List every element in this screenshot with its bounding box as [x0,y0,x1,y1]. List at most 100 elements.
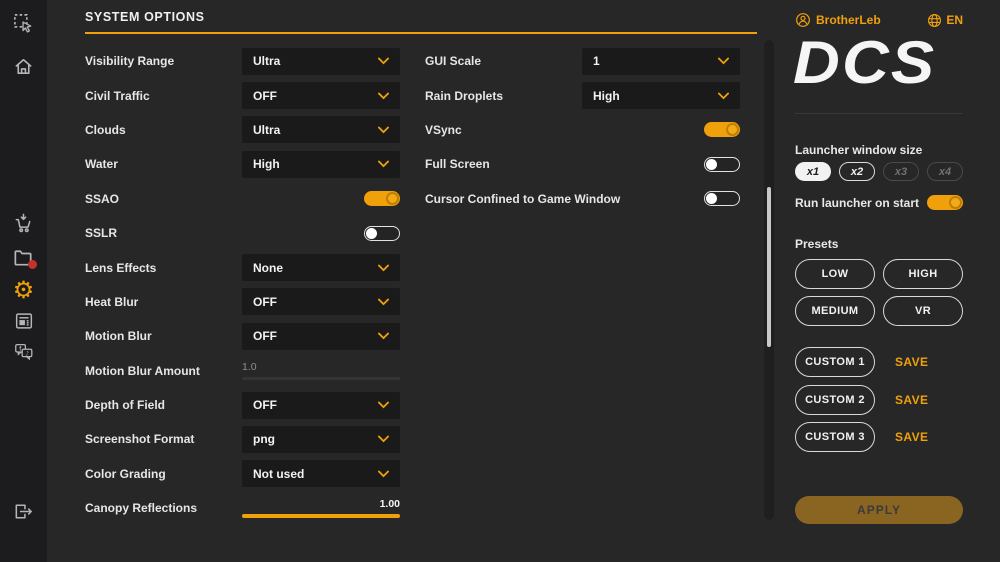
sslr-toggle[interactable] [364,226,400,241]
logout-icon[interactable] [0,498,47,524]
custom-2-button[interactable]: CUSTOM 2 [795,385,875,415]
custom-3-button[interactable]: CUSTOM 3 [795,422,875,452]
custom-preset-rows: CUSTOM 1 SAVE CUSTOM 2 SAVE CUSTOM 3 SAVE [795,347,963,460]
setting-row-civil-traffic: Civil TrafficOFF [85,78,400,112]
dropdown-value: Ultra [253,123,280,137]
lens-effects-dropdown[interactable]: None [242,254,400,281]
language-selector[interactable]: EN [927,13,963,28]
user-name[interactable]: BrotherLeb [816,13,881,27]
dcs-logo: DCS [793,28,936,97]
canopy-reflections-slider[interactable]: 1.00 [242,498,400,518]
dropdown-value: Not used [253,467,304,481]
dropdown-value: OFF [253,398,277,412]
setting-row-motion-blur: Motion Blur OFF [85,319,400,353]
home-icon[interactable] [0,53,47,79]
custom-1-save-link[interactable]: SAVE [895,355,928,369]
cursor-confined-to-game-window-toggle[interactable] [704,191,740,206]
setting-row-gui-scale: GUI Scale1 [425,44,740,78]
motion-blur-dropdown[interactable]: OFF [242,323,400,350]
setting-row-vsync: VSync [425,113,740,147]
chevron-down-icon [718,92,729,100]
setting-row-visibility-range: Visibility RangeUltra [85,44,400,78]
setting-row-rain-droplets: Rain Droplets High [425,78,740,112]
depth-of-field-dropdown[interactable]: OFF [242,392,400,419]
setting-label: GUI Scale [425,54,582,68]
run-on-start-toggle[interactable] [927,195,963,210]
screenshot-format-dropdown[interactable]: png [242,426,400,453]
preset-buttons: LOW HIGH MEDIUM VR [795,259,963,326]
slider-value: 1.0 [242,361,400,373]
window-size-x4[interactable]: x4 [927,162,963,181]
setting-row-heat-blur: Heat BlurOFF [85,285,400,319]
setting-label: Screenshot Format [85,432,242,446]
apply-button[interactable]: APPLY [795,496,963,524]
setting-label: Rain Droplets [425,89,582,103]
preset-high-button[interactable]: HIGH [883,259,963,289]
full-screen-toggle[interactable] [704,157,740,172]
chevron-down-icon [378,57,389,65]
window-size-x1[interactable]: x1 [795,162,831,181]
scrollbar-track[interactable] [764,40,774,520]
water-dropdown[interactable]: High [242,151,400,178]
community-chat-icon[interactable]: f ♪ [0,339,47,365]
window-size-x3[interactable]: x3 [883,162,919,181]
settings-gear-icon[interactable]: ⚙ [0,277,47,303]
setting-label: SSAO [85,192,364,206]
scrollbar-thumb[interactable] [767,187,771,347]
visibility-range-dropdown[interactable]: Ultra [242,48,400,75]
notification-dot [28,260,37,269]
heat-blur-dropdown[interactable]: OFF [242,288,400,315]
chevron-down-icon [378,332,389,340]
custom-1-button[interactable]: CUSTOM 1 [795,347,875,377]
gui-scale-dropdown[interactable]: 1 [582,48,740,75]
setting-row-depth-of-field: Depth of Field OFF [85,388,400,422]
dropdown-value: OFF [253,329,277,343]
clouds-dropdown[interactable]: Ultra [242,116,400,143]
setting-label: Canopy Reflections [85,501,242,515]
setting-row-canopy-reflections: Canopy Reflections1.00 [85,491,400,525]
setting-row-ssao: SSAO [85,182,400,216]
user-row: BrotherLeb EN [795,12,963,28]
mods-folder-icon[interactable] [0,244,47,270]
dropdown-value: High [253,157,280,171]
svg-text:♪: ♪ [25,350,29,357]
rain-droplets-dropdown[interactable]: High [582,82,740,109]
setting-label: Civil Traffic [85,89,242,103]
setting-label: Color Grading [85,467,242,481]
custom-preset-row: CUSTOM 2 SAVE [795,385,963,415]
title-underline [85,32,757,34]
setting-label: Motion Blur [85,329,242,343]
setting-label: Lens Effects [85,261,242,275]
custom-preset-row: CUSTOM 3 SAVE [795,422,963,452]
preset-medium-button[interactable]: MEDIUM [795,296,875,326]
setting-row-water: WaterHigh [85,147,400,181]
run-on-start-row: Run launcher on start [795,195,963,210]
setting-row-cursor-confined-to-game-window: Cursor Confined to Game Window [425,182,740,216]
dropdown-value: Ultra [253,54,280,68]
presets-label: Presets [795,237,838,251]
setting-label: Depth of Field [85,398,242,412]
select-tool-icon[interactable] [0,10,47,36]
civil-traffic-dropdown[interactable]: OFF [242,82,400,109]
preset-vr-button[interactable]: VR [883,296,963,326]
slider-fill [242,514,400,518]
slider-track [242,514,400,518]
setting-row-clouds: CloudsUltra [85,113,400,147]
cart-download-icon[interactable] [0,210,47,236]
chevron-down-icon [378,401,389,409]
window-size-x2[interactable]: x2 [839,162,875,181]
color-grading-dropdown[interactable]: Not used [242,460,400,487]
custom-2-save-link[interactable]: SAVE [895,393,928,407]
motion-blur-amount-slider[interactable]: 1.0 [242,361,400,380]
chevron-down-icon [378,160,389,168]
user-avatar-icon [795,12,811,28]
custom-3-save-link[interactable]: SAVE [895,430,928,444]
vsync-toggle[interactable] [704,122,740,137]
language-code: EN [946,13,963,27]
preset-low-button[interactable]: LOW [795,259,875,289]
dropdown-value: High [593,89,620,103]
page-title: SYSTEM OPTIONS [85,10,205,24]
ssao-toggle[interactable] [364,191,400,206]
dropdown-value: None [253,261,283,275]
news-icon[interactable] [0,308,47,334]
